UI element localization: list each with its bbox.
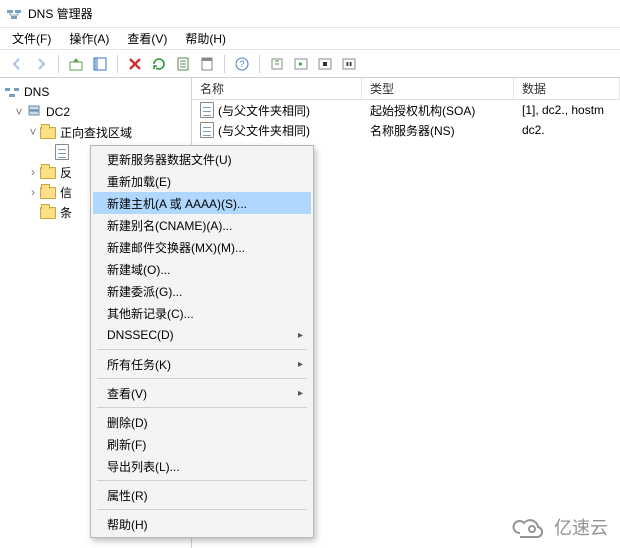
server-icon: [26, 104, 42, 120]
tree-server[interactable]: ˅ DC2: [4, 102, 191, 122]
menu-item-update-file[interactable]: 更新服务器数据文件(U): [93, 148, 311, 170]
folder-icon: [40, 204, 56, 220]
filter-button[interactable]: [266, 53, 288, 75]
column-header-type[interactable]: 类型: [362, 78, 514, 99]
menu-item-properties[interactable]: 属性(R): [93, 484, 311, 506]
menu-item-reload[interactable]: 重新加载(E): [93, 170, 311, 192]
tree-node-label: 信: [60, 184, 72, 201]
menu-help[interactable]: 帮助(H): [177, 28, 234, 49]
page-icon: [54, 144, 70, 160]
menu-item-new-delegation[interactable]: 新建委派(G)...: [93, 280, 311, 302]
menu-item-new-mx[interactable]: 新建邮件交换器(MX)(M)...: [93, 236, 311, 258]
folder-icon: [40, 164, 56, 180]
delete-button[interactable]: [124, 53, 146, 75]
separator: [259, 55, 260, 73]
tree-root-label: DNS: [24, 85, 49, 99]
dns-root-icon: [4, 84, 20, 100]
record-icon: [200, 122, 214, 138]
cell-type: 名称服务器(NS): [370, 122, 455, 139]
menu-item-export-list[interactable]: 导出列表(L)...: [93, 455, 311, 477]
folder-icon: [40, 184, 56, 200]
context-menu: 更新服务器数据文件(U) 重新加载(E) 新建主机(A 或 AAAA)(S)..…: [90, 145, 314, 538]
menu-item-view[interactable]: 查看(V): [93, 382, 311, 404]
app-icon: [6, 6, 22, 22]
tree-forward-zone-label: 正向查找区域: [60, 124, 132, 141]
menu-item-refresh[interactable]: 刷新(F): [93, 433, 311, 455]
column-header-name[interactable]: 名称: [192, 78, 362, 99]
show-hide-tree-button[interactable]: [89, 53, 111, 75]
cell-data: dc2.: [522, 123, 545, 137]
forward-button[interactable]: [30, 53, 52, 75]
menu-file[interactable]: 文件(F): [4, 28, 59, 49]
menu-divider: [97, 407, 307, 408]
list-row[interactable]: (与父文件夹相同) 起始授权机构(SOA) [1], dc2., hostm: [192, 100, 620, 120]
run-button[interactable]: [290, 53, 312, 75]
tree-root-dns[interactable]: DNS: [4, 82, 191, 102]
menu-item-delete[interactable]: 删除(D): [93, 411, 311, 433]
toolbar: ?: [0, 50, 620, 78]
separator: [58, 55, 59, 73]
menu-divider: [97, 509, 307, 510]
stop-button[interactable]: [314, 53, 336, 75]
column-header-data[interactable]: 数据: [514, 78, 620, 99]
export-button[interactable]: [172, 53, 194, 75]
refresh-button[interactable]: [148, 53, 170, 75]
title-bar: DNS 管理器: [0, 0, 620, 28]
cell-name: (与父文件夹相同): [218, 122, 310, 139]
tree-server-label: DC2: [46, 105, 70, 119]
properties-button[interactable]: [196, 53, 218, 75]
cell-name: (与父文件夹相同): [218, 102, 310, 119]
cell-type: 起始授权机构(SOA): [370, 102, 475, 119]
watermark-text: 亿速云: [554, 514, 608, 540]
menu-bar: 文件(F) 操作(A) 查看(V) 帮助(H): [0, 28, 620, 50]
twisty-closed-icon[interactable]: ›: [26, 185, 40, 199]
watermark: 亿速云: [508, 514, 608, 540]
record-icon: [200, 102, 214, 118]
menu-item-help[interactable]: 帮助(H): [93, 513, 311, 535]
separator: [117, 55, 118, 73]
pause-button[interactable]: [338, 53, 360, 75]
list-row[interactable]: (与父文件夹相同) 名称服务器(NS) dc2.: [192, 120, 620, 140]
help-button[interactable]: ?: [231, 53, 253, 75]
menu-action[interactable]: 操作(A): [61, 28, 117, 49]
menu-divider: [97, 349, 307, 350]
menu-item-other-new[interactable]: 其他新记录(C)...: [93, 302, 311, 324]
tree-forward-zone[interactable]: ˅ 正向查找区域: [4, 122, 191, 142]
back-button[interactable]: [6, 53, 28, 75]
tree-node-label: 反: [60, 164, 72, 181]
twisty-open-icon[interactable]: ˅: [12, 105, 26, 119]
cell-data: [1], dc2., hostm: [522, 103, 604, 117]
separator: [224, 55, 225, 73]
menu-item-all-tasks[interactable]: 所有任务(K): [93, 353, 311, 375]
window-title: DNS 管理器: [28, 5, 93, 22]
twisty-open-icon[interactable]: ˅: [26, 125, 40, 139]
menu-item-new-cname[interactable]: 新建别名(CNAME)(A)...: [93, 214, 311, 236]
svg-text:?: ?: [239, 59, 244, 69]
menu-item-new-host[interactable]: 新建主机(A 或 AAAA)(S)...: [93, 192, 311, 214]
menu-divider: [97, 480, 307, 481]
list-header: 名称 类型 数据: [192, 78, 620, 100]
twisty-closed-icon[interactable]: ›: [26, 165, 40, 179]
menu-view[interactable]: 查看(V): [119, 28, 175, 49]
menu-divider: [97, 378, 307, 379]
up-button[interactable]: [65, 53, 87, 75]
menu-item-new-domain[interactable]: 新建域(O)...: [93, 258, 311, 280]
folder-icon: [40, 124, 56, 140]
menu-item-dnssec[interactable]: DNSSEC(D): [93, 324, 311, 346]
tree-node-label: 条: [60, 204, 72, 221]
